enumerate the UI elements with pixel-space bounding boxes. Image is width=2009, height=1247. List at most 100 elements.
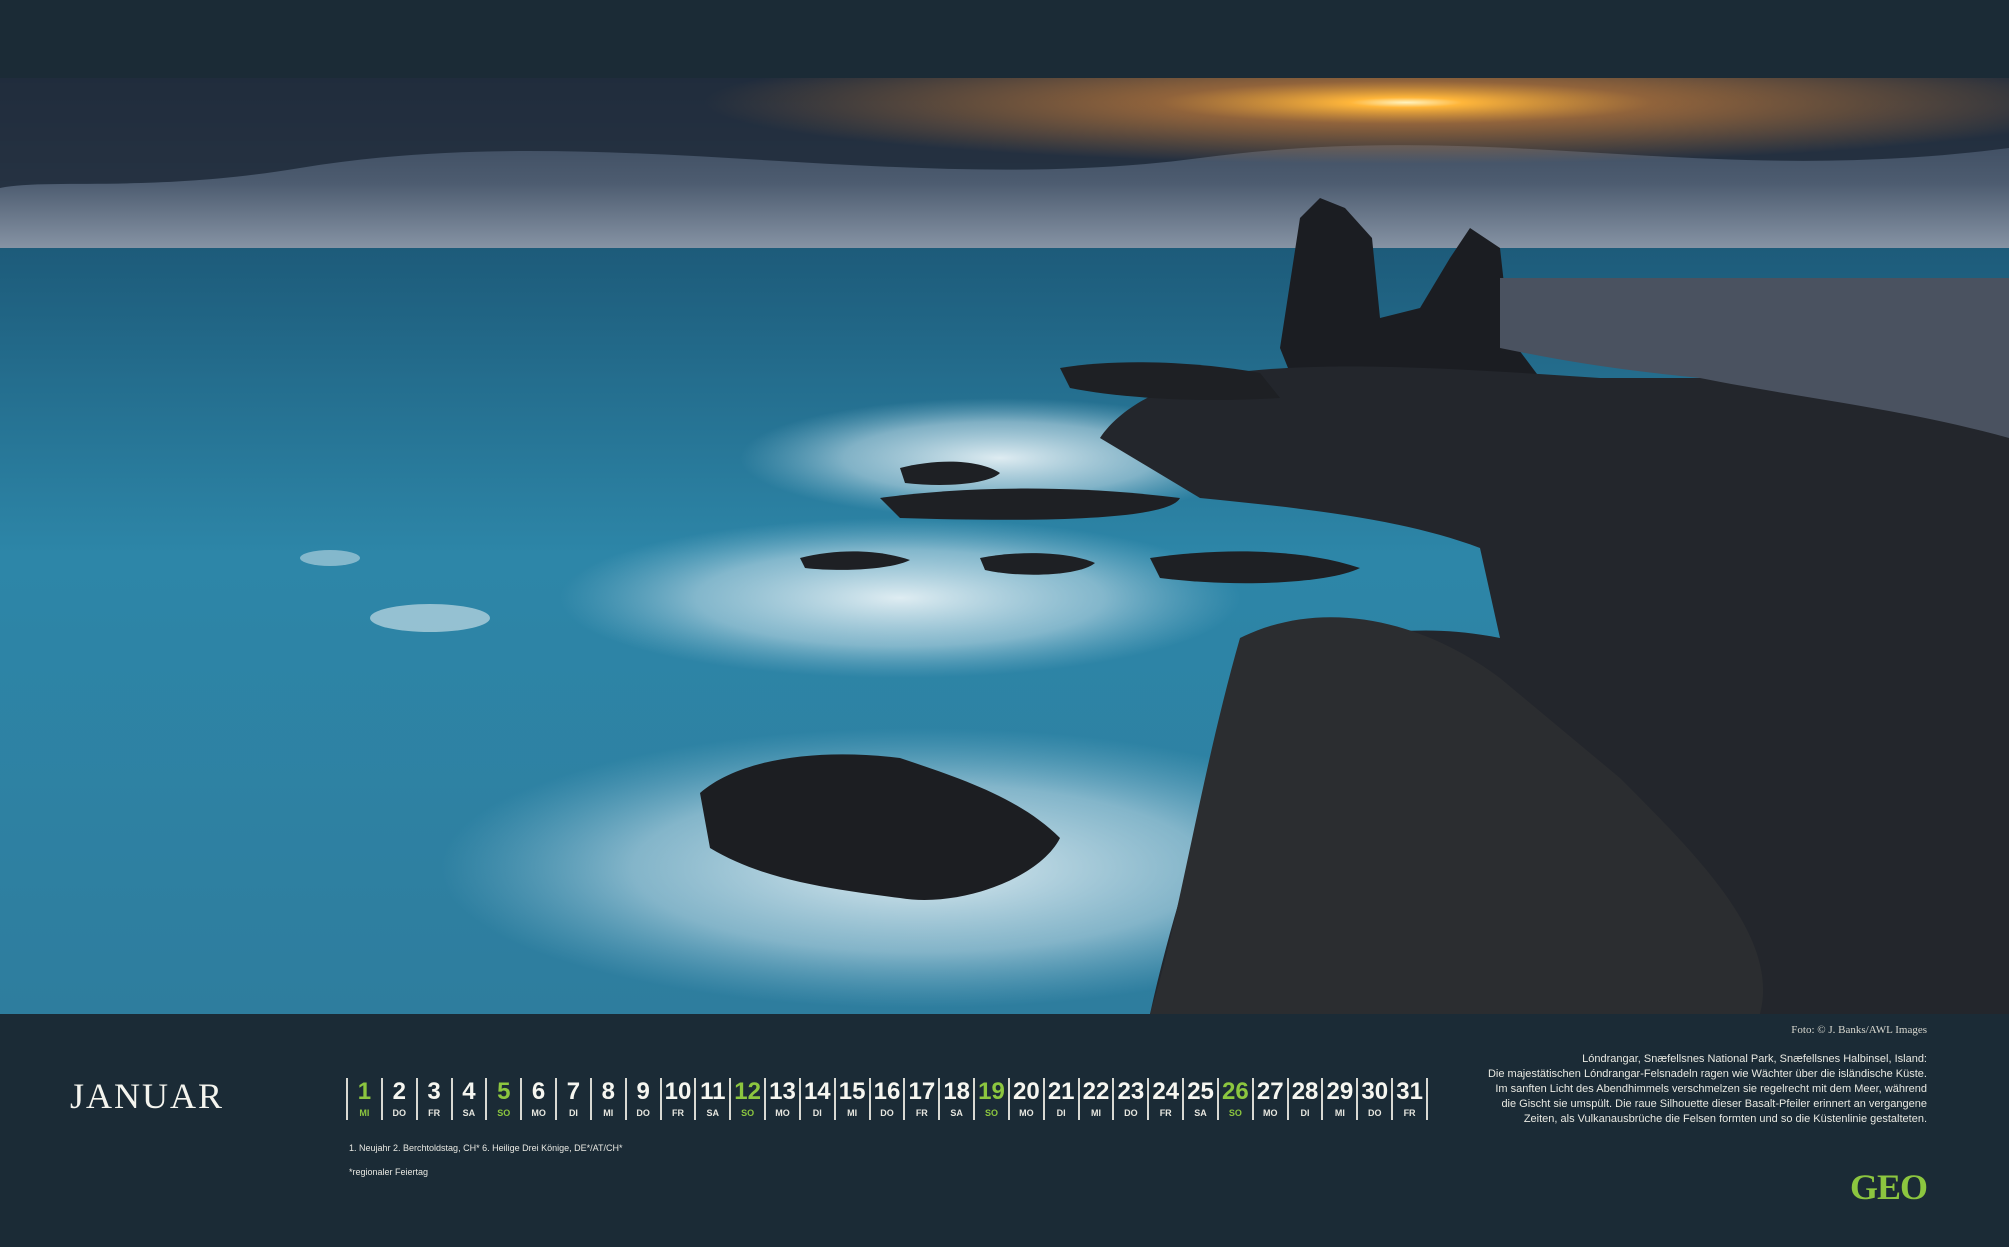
photo-caption: Lóndrangar, Snæfellsnes National Park, S… [1427, 1052, 1927, 1127]
weekday-label: DI [812, 1108, 822, 1118]
calendar-day: 2 DO [380, 1078, 416, 1120]
weekday-label: MI [359, 1108, 370, 1118]
day-number: 31 [1396, 1078, 1423, 1105]
weekday-label: DI [568, 1108, 578, 1118]
landscape-photo [0, 78, 2009, 1014]
calendar-day: 18 SA [938, 1078, 973, 1120]
weekday-label: SA [1194, 1108, 1207, 1118]
day-number: 4 [462, 1078, 476, 1105]
calendar-day: 21 DI [1042, 1078, 1078, 1120]
weekday-label: MI [1091, 1108, 1102, 1118]
calendar-day: 8 MI [589, 1078, 625, 1120]
weekday-label: DO [1124, 1108, 1138, 1118]
weekday-label: FR [1159, 1108, 1172, 1118]
holidays-list: 1. Neujahr 2. Berchtoldstag, CH* 6. Heil… [349, 1143, 623, 1153]
weekday-label: FR [1403, 1108, 1416, 1118]
calendar-day: 19 SO [973, 1078, 1008, 1120]
calendar-day: 26 SO [1216, 1078, 1252, 1120]
weekday-label: DO [636, 1108, 650, 1118]
weekday-label: MO [1019, 1108, 1034, 1118]
calendar-day: 30 DO [1356, 1078, 1391, 1120]
day-number: 9 [636, 1078, 650, 1105]
day-number: 14 [803, 1078, 831, 1105]
day-number: 20 [1012, 1078, 1040, 1105]
weekday-label: FR [671, 1108, 684, 1118]
day-number: 8 [601, 1078, 615, 1105]
calendar-day: 13 MO [764, 1078, 799, 1120]
weekday-label: MI [847, 1108, 858, 1118]
caption-title: Lóndrangar, Snæfellsnes National Park, S… [1582, 1053, 1927, 1065]
caption-line: die Gischt sie umspült. Die raue Silhoue… [1501, 1098, 1927, 1110]
day-number: 3 [427, 1078, 441, 1105]
calendar-day: 16 DO [868, 1078, 904, 1120]
calendar-day: 25 SA [1182, 1078, 1217, 1120]
day-number: 18 [943, 1078, 971, 1105]
calendar-day: 12 SO [729, 1078, 764, 1120]
weekday-label: SA [950, 1108, 963, 1118]
day-number: 5 [497, 1078, 511, 1105]
weekday-label: DI [1300, 1108, 1310, 1118]
caption-line: Zeiten, als Vulkanausbrüche die Felsen f… [1523, 1113, 1927, 1125]
photo-credit: Foto: © J. Banks/AWL Images [1791, 1024, 1927, 1036]
calendar-day: 5 SO [485, 1078, 520, 1120]
day-number: 15 [838, 1078, 866, 1105]
day-number: 1 [357, 1078, 372, 1105]
weekday-label: SO [741, 1108, 755, 1118]
day-number: 11 [700, 1078, 726, 1105]
caption-line: Die majestätischen Lóndrangar-Felsnadeln… [1487, 1068, 1927, 1080]
weekday-label: SA [462, 1108, 476, 1118]
day-number: 30 [1361, 1078, 1389, 1105]
day-number: 2 [392, 1078, 406, 1105]
day-number: 17 [908, 1078, 936, 1105]
day-number: 21 [1047, 1078, 1075, 1105]
weekday-label: MO [775, 1108, 790, 1118]
weekday-label: DI [1056, 1108, 1066, 1118]
weekday-label: DO [1367, 1108, 1382, 1118]
day-number: 16 [873, 1078, 901, 1105]
day-number: 27 [1256, 1078, 1284, 1105]
calendar-day: 22 MI [1077, 1078, 1113, 1120]
geo-logo: GEO [1849, 1167, 1928, 1207]
coastal-rocks-illustration [0, 78, 2009, 1014]
month-title: JANUAR [70, 1076, 225, 1116]
calendar-day: 10 FR [659, 1078, 695, 1120]
day-number: 6 [531, 1078, 546, 1105]
calendar-day: 7 DI [555, 1078, 590, 1120]
weekday-label: SA [706, 1108, 720, 1118]
calendar-day: 28 DI [1286, 1078, 1322, 1120]
day-number: 13 [769, 1078, 796, 1105]
calendar-day: 9 DO [624, 1078, 660, 1120]
day-number: 25 [1187, 1078, 1214, 1105]
calendar-days: 1 MI 2 DO 3 FR 4 SA 5 SO 6 MO 7 DI 8 MI 9 DO 10 FR 11 SA 12 SO 1… [346, 1078, 1428, 1128]
calendar-day: 31 FR [1391, 1078, 1428, 1120]
calendar-day: 14 DI [798, 1078, 834, 1120]
day-number: 12 [734, 1078, 761, 1105]
day-number: 19 [978, 1078, 1005, 1105]
calendar-day: 29 MI [1321, 1078, 1356, 1120]
calendar-day: 15 MI [833, 1078, 869, 1120]
calendar-day: 1 MI [346, 1078, 381, 1120]
weekday-label: MI [603, 1108, 614, 1118]
day-number: 26 [1222, 1078, 1249, 1105]
day-number: 7 [566, 1078, 581, 1105]
weekday-label: MO [531, 1108, 546, 1118]
calendar-day: 20 MO [1007, 1078, 1043, 1120]
day-number: 10 [664, 1078, 692, 1105]
weekday-label: DO [880, 1108, 894, 1118]
day-number: 24 [1152, 1078, 1180, 1105]
calendar-day: 24 FR [1147, 1078, 1182, 1120]
weekday-label: FR [915, 1108, 928, 1118]
caption-line: Im sanften Licht des Abendhimmels versch… [1495, 1083, 1927, 1095]
weekday-label: MO [1262, 1108, 1278, 1118]
weekday-label: SO [1228, 1108, 1242, 1118]
weekday-label: SO [497, 1108, 511, 1118]
calendar-day: 17 FR [903, 1078, 938, 1120]
holiday-footnote: *regionaler Feiertag [349, 1167, 429, 1177]
calendar-day: 4 SA [450, 1078, 486, 1120]
day-number: 22 [1082, 1078, 1110, 1105]
day-number: 29 [1326, 1078, 1354, 1105]
calendar-day: 6 MO [520, 1078, 555, 1120]
calendar-day: 23 DO [1112, 1078, 1147, 1120]
day-number: 23 [1117, 1078, 1145, 1105]
day-number: 28 [1291, 1078, 1319, 1105]
